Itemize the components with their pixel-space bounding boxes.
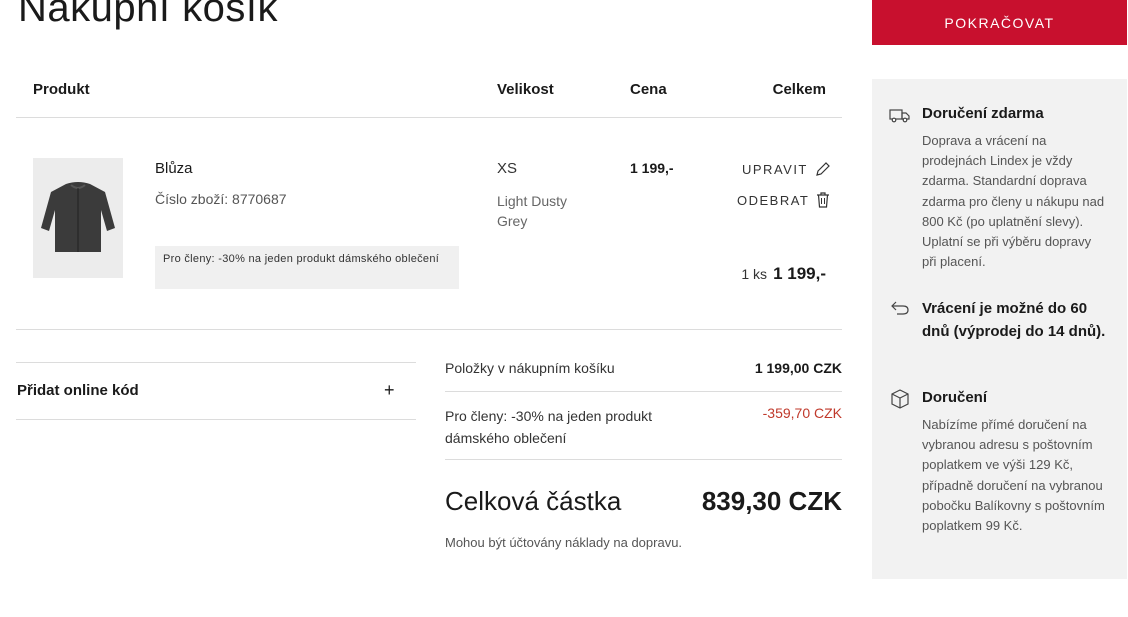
divider — [16, 329, 842, 330]
product-name[interactable]: Blůza — [155, 160, 193, 177]
product-color: Light Dusty Grey — [497, 193, 568, 229]
remove-button[interactable]: ODEBRAT — [737, 191, 831, 209]
delivery-heading: Doručení — [922, 389, 988, 406]
header-size: Velikost — [497, 81, 554, 98]
summary-items-label: Položky v nákupním košíku — [445, 360, 615, 376]
divider — [16, 117, 842, 118]
shipping-note: Mohou být účtovány náklady na dopravu. — [445, 535, 683, 550]
delivery-free-text: Doprava a vrácení na prodejnách Lindex j… — [922, 133, 1105, 270]
header-total: Celkem — [772, 81, 826, 98]
edit-label: UPRAVIT — [742, 161, 808, 177]
add-online-code-toggle[interactable]: Přidat online kód — [17, 382, 139, 399]
returns-heading: Vrácení je možné do 60 dnů (výprodej do … — [922, 300, 1106, 340]
quantity: 1 ks — [741, 266, 768, 282]
divider — [16, 362, 416, 363]
product-size: XS — [497, 160, 518, 177]
header-product: Produkt — [33, 81, 90, 98]
trash-icon — [817, 192, 830, 208]
product-price: 1 199,- — [630, 160, 674, 176]
line-total: 1 199,- — [773, 264, 826, 283]
pencil-icon — [816, 162, 830, 176]
blouse-image — [33, 158, 123, 278]
total-value: 839,30 CZK — [701, 486, 842, 516]
quantity-total: 1 ks 1 199,- — [700, 264, 826, 284]
remove-label: ODEBRAT — [737, 192, 810, 208]
return-arrow-icon — [891, 301, 909, 315]
summary-discount-value: -359,70 CZK — [762, 405, 842, 421]
plus-icon[interactable]: + — [384, 380, 395, 401]
page-title: Nákupní košík — [18, 0, 278, 30]
box-icon — [891, 389, 909, 409]
product-sku: Číslo zboží: 8770687 — [155, 191, 287, 207]
delivery-free-heading: Doručení zdarma — [922, 105, 1044, 122]
summary-items-value: 1 199,00 CZK — [754, 360, 842, 376]
divider — [445, 391, 842, 392]
product-image[interactable] — [33, 158, 123, 278]
header-price: Cena — [630, 81, 667, 98]
delivery-text: Nabízíme přímé doručení na vybranou adre… — [922, 417, 1105, 534]
divider — [445, 459, 842, 460]
edit-button[interactable]: UPRAVIT — [742, 160, 832, 178]
member-promo-badge: Pro členy: -30% na jeden produkt dámskéh… — [155, 246, 459, 289]
total-label: Celková částka — [445, 486, 622, 516]
truck-icon — [889, 109, 910, 123]
divider — [16, 419, 416, 420]
continue-button[interactable]: POKRAČOVAT — [872, 0, 1127, 45]
